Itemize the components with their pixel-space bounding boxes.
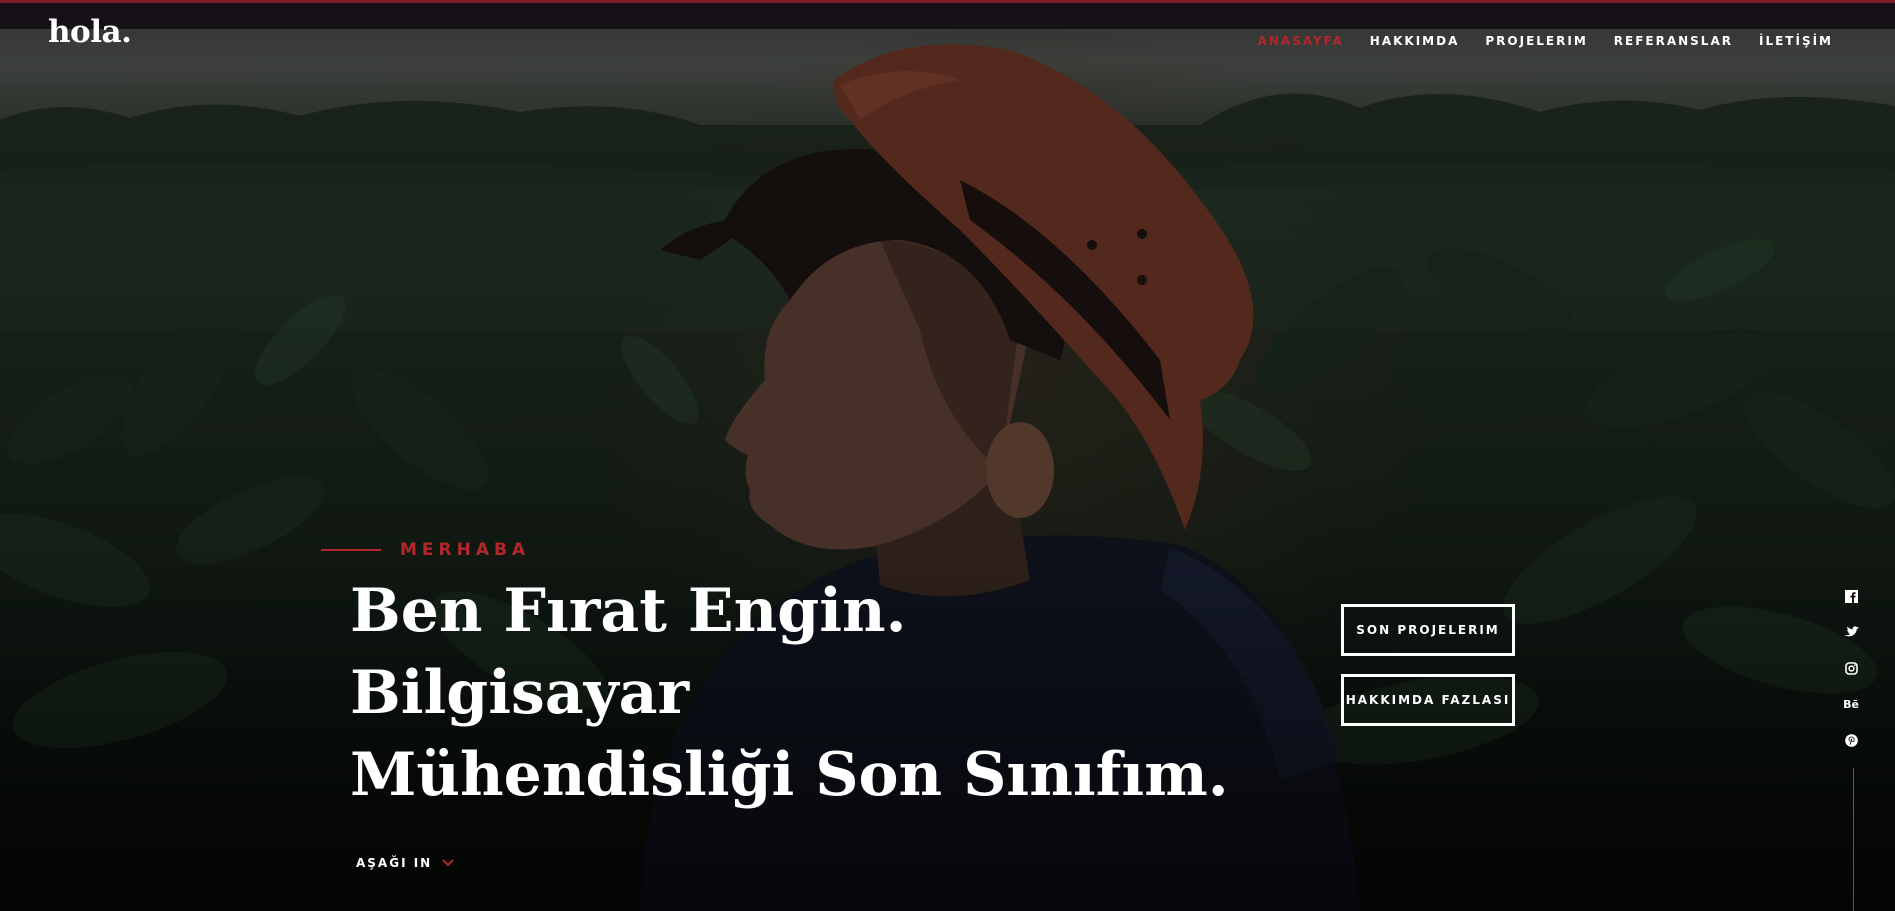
chevron-down-icon [442,856,454,870]
intro-label: MERHABA [400,540,531,560]
nav-item-anasayfa[interactable]: ANASAYFA [1258,34,1344,48]
hero-section: hola. ANASAYFA HAKKIMDA PROJELERIM REFER… [0,0,1895,911]
top-bar [0,0,1895,29]
site-logo[interactable]: hola. [48,14,132,50]
scroll-down-link[interactable]: AŞAĞI IN [356,856,454,870]
intro-accent-line [321,549,381,551]
facebook-icon[interactable] [1843,588,1859,604]
headline-line-2: Mühendisliği Son Sınıfım. [350,740,1229,810]
nav-item-iletisim[interactable]: İLETİŞİM [1759,34,1833,48]
nav-item-referanslar[interactable]: REFERANSLAR [1614,34,1733,48]
headline-line-1: Ben Fırat Engin. Bilgisayar [350,576,907,728]
behance-icon[interactable]: Bē [1843,696,1859,712]
scroll-down-label: AŞAĞI IN [356,856,433,870]
nav-item-projelerim[interactable]: PROJELERIM [1485,34,1587,48]
main-navigation: ANASAYFA HAKKIMDA PROJELERIM REFERANSLAR… [1258,34,1833,48]
instagram-icon[interactable] [1843,660,1859,676]
latest-projects-button[interactable]: SON PROJELERIM [1341,604,1515,656]
social-divider-line [1853,768,1854,911]
more-about-me-button[interactable]: HAKKIMDA FAZLASI [1341,674,1515,726]
nav-item-hakkimda[interactable]: HAKKIMDA [1370,34,1460,48]
hero-headline: Ben Fırat Engin. Bilgisayar Mühendisliği… [350,570,1250,816]
pinterest-icon[interactable] [1843,732,1859,748]
twitter-icon[interactable] [1843,624,1859,640]
social-links: Bē [1843,588,1859,748]
